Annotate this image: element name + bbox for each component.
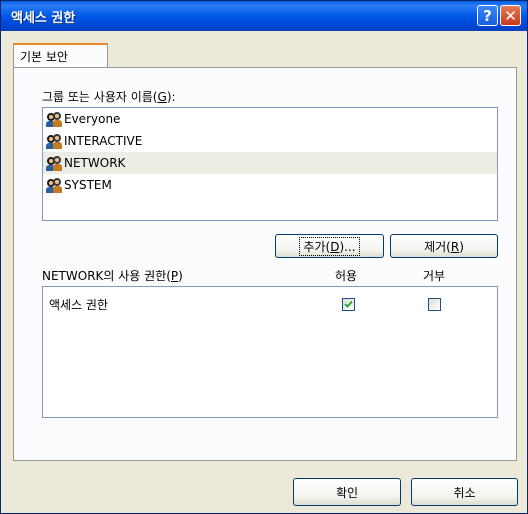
title-bar[interactable]: 액세스 권한 ? ✕ (1, 1, 527, 31)
close-icon: ✕ (504, 6, 517, 25)
list-item-label: SYSTEM (64, 178, 112, 192)
deny-checkbox[interactable] (428, 298, 441, 311)
permissions-list: 액세스 권한 (42, 286, 498, 418)
group-user-label: 그룹 또는 사용자 이름(G): (42, 90, 176, 104)
close-button[interactable]: ✕ (500, 5, 521, 26)
add-button[interactable]: 추가(D)... (275, 234, 384, 258)
ok-button[interactable]: 확인 (293, 478, 401, 506)
list-item-label: Everyone (64, 112, 121, 126)
remove-button[interactable]: 제거(R) (390, 234, 498, 258)
tab-label: 기본 보안 (20, 50, 68, 64)
permission-row-label: 액세스 권한 (49, 298, 109, 312)
cancel-button[interactable]: 취소 (411, 478, 518, 506)
help-icon: ? (483, 6, 492, 25)
deny-header: 거부 (423, 269, 446, 283)
user-group-icon (46, 155, 62, 171)
tab-basic-security[interactable]: 기본 보안 (13, 43, 108, 68)
allow-header: 허용 (335, 269, 358, 283)
permissions-label: NETWORK의 사용 권한(P) (42, 269, 183, 283)
dialog-window: 액세스 권한 ? ✕ 기본 보안 그룹 또는 사용자 이름(G): Everyo… (0, 0, 528, 514)
list-item-system[interactable]: SYSTEM (43, 174, 497, 196)
checkmark-icon (344, 300, 353, 308)
user-group-icon (46, 133, 62, 149)
list-item-label: NETWORK (64, 156, 126, 170)
help-button[interactable]: ? (477, 5, 498, 26)
list-item-network[interactable]: NETWORK (43, 152, 497, 174)
list-item-everyone[interactable]: Everyone (43, 108, 497, 130)
list-item-interactive[interactable]: INTERACTIVE (43, 130, 497, 152)
user-listbox[interactable]: Everyone INTERACTIVE NETWORK SYSTEM (42, 107, 498, 221)
user-group-icon (46, 111, 62, 127)
user-group-icon (46, 177, 62, 193)
allow-checkbox[interactable] (342, 298, 355, 311)
list-item-label: INTERACTIVE (64, 134, 143, 148)
window-title: 액세스 권한 (11, 11, 76, 26)
